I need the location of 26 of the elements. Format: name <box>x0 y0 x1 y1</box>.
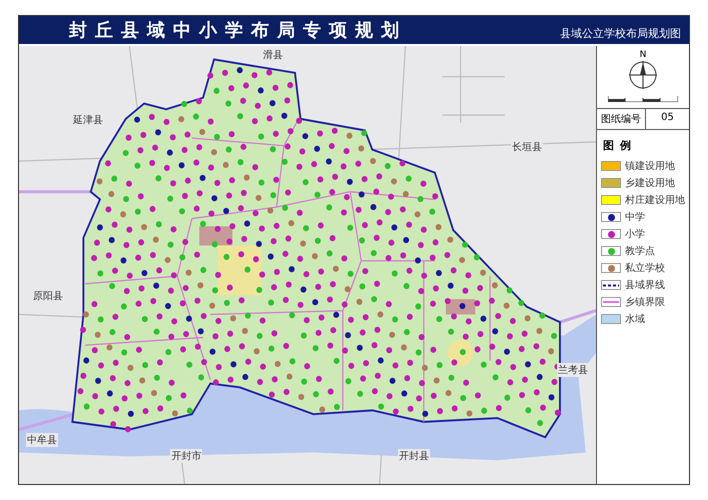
legend-label: 乡建设用地 <box>625 176 675 190</box>
place-label: 开封市 <box>170 448 202 463</box>
legend-label: 县域界线 <box>625 278 665 292</box>
place-label: 原阳县 <box>32 288 64 303</box>
map-subtitle: 县域公立学校布局规划图 <box>560 26 681 41</box>
legend-label: 教学点 <box>625 244 655 258</box>
legend-label: 村庄建设用地 <box>625 194 685 207</box>
sheet-number-label: 图纸编号 <box>600 112 642 127</box>
sheet-number: 05 <box>645 109 689 129</box>
legend-label: 私立学校 <box>625 262 665 275</box>
legend-label: 乡镇界限 <box>625 296 665 309</box>
scale-bar-icon <box>608 96 678 102</box>
legend-label: 镇建设用地 <box>625 160 675 173</box>
place-label: 中牟县 <box>26 433 58 448</box>
legend-label: 水域 <box>625 312 645 326</box>
place-label: 长垣县 <box>510 140 543 154</box>
map-title: 封丘县域中小学布局专项规划 <box>69 19 407 42</box>
place-label: 延津县 <box>72 113 104 128</box>
place-label: 开封县 <box>398 448 430 463</box>
legend-title: 图例 <box>603 138 638 153</box>
north-arrow-icon <box>628 60 658 90</box>
legend-label: 小学 <box>625 228 645 241</box>
place-label: 兰考县 <box>556 363 589 378</box>
legend-label: 中学 <box>625 210 645 224</box>
place-label: 滑县 <box>262 48 284 62</box>
north-label: N <box>640 50 646 60</box>
